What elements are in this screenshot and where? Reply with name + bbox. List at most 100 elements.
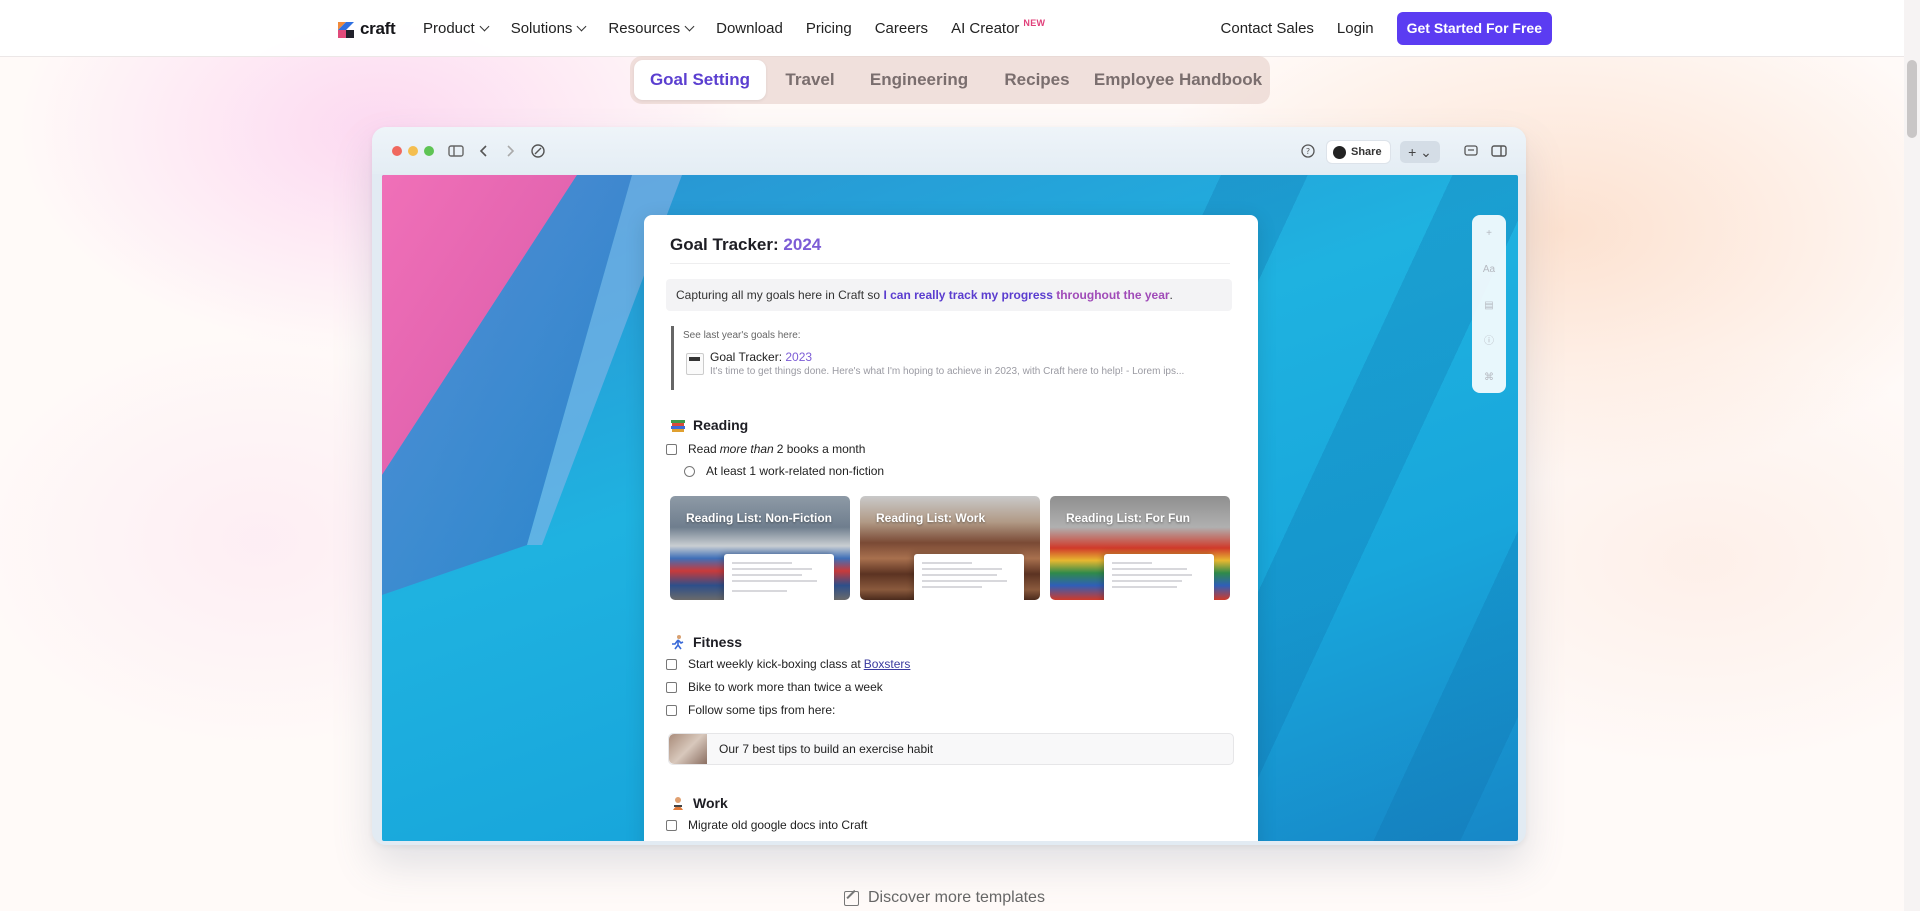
nav-ai-creator[interactable]: AI Creator NEW <box>951 18 1045 37</box>
sidebar-toggle-icon[interactable] <box>447 142 465 160</box>
fitness-heading-text: Fitness <box>693 634 743 650</box>
reading-list-cards: Reading List: Non-Fiction Reading List: … <box>670 496 1230 600</box>
template-tabs: Goal Setting Travel Engineering Recipes … <box>630 56 1270 104</box>
card-page-preview <box>1104 554 1214 600</box>
document-icon <box>686 353 704 375</box>
linked-title-year: 2023 <box>785 350 813 364</box>
worker-icon <box>670 795 686 811</box>
document-background: + Aa ▤ ⓘ ⌘ Goal Tracker: 2024 Capturing … <box>382 175 1518 841</box>
title-divider <box>670 263 1230 264</box>
nav-product[interactable]: Product <box>423 20 490 37</box>
checkbox[interactable] <box>666 704 677 716</box>
history-icon[interactable] <box>529 142 547 160</box>
subtodo-text: At least 1 work-related non-fiction <box>706 464 885 478</box>
todo-text: Follow some tips from here: <box>688 703 836 717</box>
nav-download[interactable]: Download <box>716 20 783 37</box>
right-panel-icon[interactable] <box>1490 142 1508 160</box>
get-started-button[interactable]: Get Started For Free <box>1396 11 1552 45</box>
tab-employee-handbook[interactable]: Employee Handbook <box>1090 60 1266 100</box>
callout-highlight-1: I can really track my progress <box>883 288 1057 302</box>
format-toolbar: + Aa ▤ ⓘ ⌘ <box>1472 215 1506 393</box>
nav-solutions[interactable]: Solutions <box>510 19 587 37</box>
share-icon <box>1333 145 1346 159</box>
comments-icon[interactable] <box>1462 142 1480 160</box>
intro-callout[interactable]: Capturing all my goals here in Craft so … <box>666 279 1232 311</box>
shortcuts-icon[interactable]: ⌘ <box>1481 370 1497 386</box>
callout-end: . <box>1169 288 1173 302</box>
chevron-down-icon <box>684 21 695 31</box>
discover-templates-link[interactable]: Discover more templates <box>844 888 1045 908</box>
todo-text: Bike to work more than twice a week <box>688 680 883 694</box>
checkbox[interactable] <box>666 658 677 670</box>
todo-text: Migrate old google docs into Craft <box>688 818 868 832</box>
info-icon[interactable]: ⓘ <box>1481 334 1497 350</box>
nav-resources-label: Resources <box>608 19 681 37</box>
chevron-down-icon <box>576 21 587 31</box>
logo-text: craft <box>360 19 396 38</box>
callout-text: Capturing all my goals here in Craft so <box>676 288 884 302</box>
exercise-tips-link-card[interactable]: Our 7 best tips to build an exercise hab… <box>668 733 1234 765</box>
linked-title-prefix: Goal Tracker: <box>710 350 783 364</box>
tab-recipes[interactable]: Recipes <box>992 60 1082 100</box>
craft-logo[interactable]: craft <box>336 18 396 40</box>
chevron-down-icon <box>479 21 490 31</box>
checkbox[interactable] <box>666 681 677 693</box>
todo-item: Start weekly kick-boxing class at Boxste… <box>666 657 910 671</box>
top-nav: craft Product Solutions Resources Downlo… <box>0 0 1904 57</box>
scrollbar-thumb[interactable] <box>1907 60 1917 138</box>
add-block-icon[interactable]: + <box>1481 226 1497 242</box>
work-heading-text: Work <box>693 795 728 811</box>
todo-emphasis: more than <box>719 442 774 456</box>
forward-arrow-icon[interactable] <box>501 142 519 160</box>
minimize-dot-icon[interactable] <box>408 146 418 156</box>
reading-card-for-fun[interactable]: Reading List: For Fun <box>1050 496 1230 600</box>
nav-links: Product Solutions Resources Download Pri… <box>423 0 1068 56</box>
reading-card-label: Reading List: For Fun <box>1066 511 1190 525</box>
nav-solutions-label: Solutions <box>510 19 573 37</box>
login-link[interactable]: Login <box>1337 20 1374 37</box>
subtodo-item: At least 1 work-related non-fiction <box>684 464 884 478</box>
reading-card-label: Reading List: Non-Fiction <box>686 511 832 525</box>
nav-ai-creator-label: AI Creator <box>951 19 1020 37</box>
window-titlebar: ? Share + ⌄ <box>372 127 1526 174</box>
todo-item: Follow some tips from here: <box>666 703 835 717</box>
todo-text: Read <box>688 442 717 456</box>
link-thumbnail <box>669 734 707 764</box>
tab-travel[interactable]: Travel <box>774 60 846 100</box>
maximize-dot-icon[interactable] <box>424 146 434 156</box>
checkbox[interactable] <box>666 819 677 831</box>
close-dot-icon[interactable] <box>392 146 402 156</box>
callout-highlight: I can really track my progress throughou… <box>883 288 1169 302</box>
help-icon[interactable]: ? <box>1299 142 1317 160</box>
tab-engineering[interactable]: Engineering <box>854 60 984 100</box>
page-scrollbar[interactable] <box>1904 0 1920 911</box>
radio-checkbox[interactable] <box>684 465 695 477</box>
nav-careers[interactable]: Careers <box>875 20 928 37</box>
app-window-preview: ? Share + ⌄ + Aa ▤ ⓘ ⌘ Goal Tracker: 202… <box>372 127 1526 845</box>
page-title[interactable]: Goal Tracker: 2024 <box>670 235 821 255</box>
nav-pricing[interactable]: Pricing <box>806 20 852 37</box>
checkbox[interactable] <box>666 443 677 455</box>
reading-heading-text: Reading <box>693 417 749 433</box>
text-style-icon[interactable]: Aa <box>1481 262 1497 278</box>
todo-text-end: 2 books a month <box>776 442 866 456</box>
contact-sales-link[interactable]: Contact Sales <box>1221 20 1314 37</box>
linked-page-preview: It's time to get things done. Here's wha… <box>710 366 1185 377</box>
add-menu-button[interactable]: + ⌄ <box>1400 141 1440 163</box>
card-page-preview <box>724 554 834 600</box>
boxsters-link[interactable]: Boxsters <box>864 657 911 671</box>
back-arrow-icon[interactable] <box>475 142 493 160</box>
todo-text: Start weekly kick-boxing class at <box>688 657 861 671</box>
tab-goal-setting[interactable]: Goal Setting <box>634 60 766 100</box>
todo-item: Migrate old google docs into Craft <box>666 818 867 832</box>
share-label: Share <box>1351 146 1382 158</box>
reading-card-work[interactable]: Reading List: Work <box>860 496 1040 600</box>
page-style-icon[interactable]: ▤ <box>1481 298 1497 314</box>
work-heading: Work <box>670 795 728 811</box>
linked-page-title[interactable]: Goal Tracker: 2023 <box>710 350 812 364</box>
nav-resources[interactable]: Resources <box>608 19 695 37</box>
document-page: Goal Tracker: 2024 Capturing all my goal… <box>644 215 1258 841</box>
share-button[interactable]: Share <box>1327 141 1390 163</box>
reading-card-non-fiction[interactable]: Reading List: Non-Fiction <box>670 496 850 600</box>
quote-label: See last year's goals here: <box>683 330 801 341</box>
